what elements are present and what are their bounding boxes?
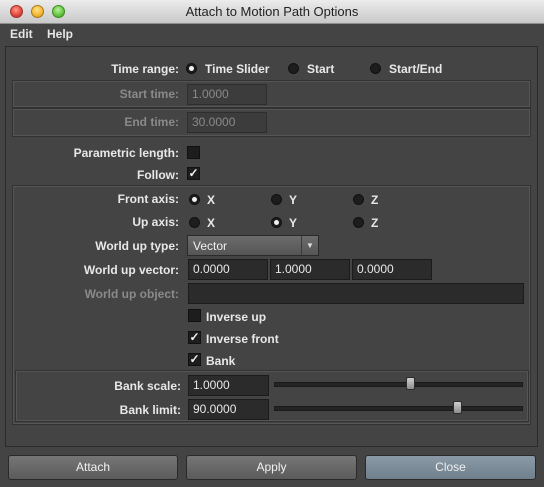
bank-scale-slider-handle[interactable] xyxy=(406,377,415,390)
end-time-field[interactable]: 30.0000 xyxy=(187,112,267,133)
bank-limit-slider-handle[interactable] xyxy=(453,401,462,414)
world-up-vector-y-field[interactable]: 1.0000 xyxy=(270,259,350,280)
front-axis-x-radio[interactable] xyxy=(189,194,200,205)
start-time-field[interactable]: 1.0000 xyxy=(187,84,267,105)
world-up-type-label: World up type: xyxy=(95,239,179,253)
window-title: Attach to Motion Path Options xyxy=(185,4,359,19)
menu-bar xyxy=(0,24,544,45)
menu-edit[interactable]: Edit xyxy=(10,27,33,41)
front-axis-y-label: Y xyxy=(289,193,298,207)
front-axis-z-label: Z xyxy=(371,193,379,207)
world-up-vector-z-field[interactable]: 0.0000 xyxy=(352,259,432,280)
start-time-label: Start time: xyxy=(119,87,179,101)
time-range-start-label: Start xyxy=(307,62,335,76)
world-up-type-value: Vector xyxy=(193,239,228,253)
world-up-object-label: World up object: xyxy=(84,287,179,301)
world-up-vector-x-field[interactable]: 0.0000 xyxy=(188,259,268,280)
inverse-front-checkbox[interactable]: ✓ xyxy=(188,331,201,344)
time-range-start-end-radio[interactable] xyxy=(370,63,381,74)
attach-button[interactable]: Attach xyxy=(8,455,178,480)
bank-label: Bank xyxy=(206,354,236,368)
time-range-label: Time range: xyxy=(111,62,179,76)
close-button[interactable]: Close xyxy=(365,455,536,480)
bank-limit-field[interactable]: 90.0000 xyxy=(188,399,269,420)
up-axis-x-label: X xyxy=(207,216,216,230)
inverse-front-label: Inverse front xyxy=(206,332,279,346)
bank-scale-label: Bank scale: xyxy=(114,379,181,393)
end-time-label: End time: xyxy=(124,115,179,129)
up-axis-x-radio[interactable] xyxy=(189,217,200,228)
time-range-start-end-label: Start/End xyxy=(389,62,443,76)
menu-help[interactable]: Help xyxy=(47,27,73,41)
bank-checkbox[interactable]: ✓ xyxy=(188,353,201,366)
up-axis-y-label: Y xyxy=(289,216,298,230)
front-axis-y-radio[interactable] xyxy=(271,194,282,205)
bank-scale-slider-track[interactable] xyxy=(274,382,523,387)
up-axis-z-radio[interactable] xyxy=(353,217,364,228)
front-axis-x-label: X xyxy=(207,193,216,207)
inverse-up-checkbox[interactable] xyxy=(188,309,201,322)
time-range-time-slider-radio[interactable] xyxy=(186,63,197,74)
front-axis-z-radio[interactable] xyxy=(353,194,364,205)
follow-label: Follow: xyxy=(137,168,179,182)
parametric-length-checkbox[interactable] xyxy=(187,146,200,159)
follow-checkbox[interactable]: ✓ xyxy=(187,167,200,180)
world-up-vector-label: World up vector: xyxy=(83,263,179,277)
bank-scale-field[interactable]: 1.0000 xyxy=(188,375,269,396)
world-up-object-field[interactable] xyxy=(188,283,524,304)
up-axis-label: Up axis: xyxy=(132,215,179,229)
time-range-start-radio[interactable] xyxy=(288,63,299,74)
up-axis-y-radio[interactable] xyxy=(271,217,282,228)
up-axis-z-label: Z xyxy=(371,216,379,230)
front-axis-label: Front axis: xyxy=(117,192,179,206)
parametric-length-label: Parametric length: xyxy=(73,146,179,160)
bank-limit-label: Bank limit: xyxy=(119,403,181,417)
inverse-up-label: Inverse up xyxy=(206,310,267,324)
time-range-time-slider-label: Time Slider xyxy=(205,62,270,76)
world-up-type-dropdown[interactable]: Vector ▼ xyxy=(187,235,319,256)
apply-button[interactable]: Apply xyxy=(186,455,357,480)
bank-limit-slider-track[interactable] xyxy=(274,406,523,411)
chevron-down-icon: ▼ xyxy=(301,236,318,255)
